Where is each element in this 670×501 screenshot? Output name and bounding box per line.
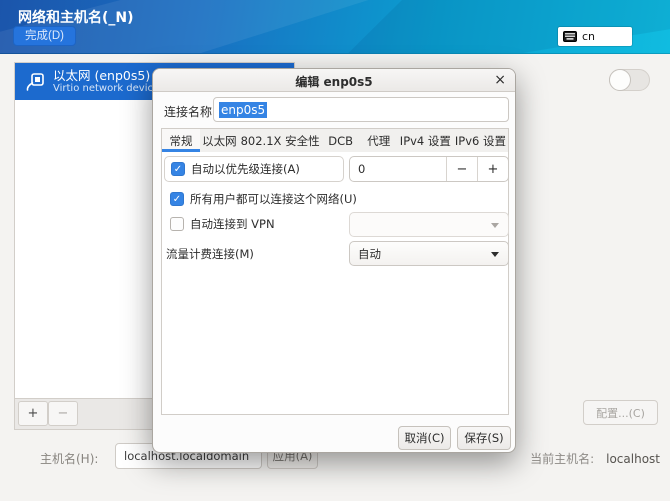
- toggle-knob: [609, 69, 631, 91]
- current-hostname: 当前主机名: localhost: [530, 450, 660, 467]
- tab-8021x-security[interactable]: 802.1X 安全性: [239, 129, 322, 152]
- dropdown-arrow-icon: [491, 223, 499, 228]
- close-icon[interactable]: ×: [494, 71, 506, 89]
- add-device-button[interactable]: +: [18, 401, 48, 426]
- priority-value[interactable]: 0: [350, 157, 446, 181]
- auto-priority-checkbox[interactable]: ✓: [171, 162, 185, 176]
- metered-combo-value: 自动: [358, 246, 381, 262]
- device-enabled-toggle[interactable]: [609, 69, 650, 91]
- device-description: Virtio network device: [53, 83, 159, 95]
- vpn-row: 自动连接到 VPN: [170, 216, 275, 232]
- all-users-row: ✓ 所有用户都可以连接这个网络(U): [170, 191, 357, 207]
- vpn-combobox[interactable]: [349, 212, 509, 237]
- keyboard-layout-code: cn: [582, 30, 595, 43]
- auto-priority-label: 自动以优先级连接(A): [191, 161, 300, 177]
- done-button[interactable]: 完成(D): [13, 26, 76, 46]
- current-hostname-value: localhost: [606, 452, 660, 466]
- tab-ipv6-settings[interactable]: IPv6 设置: [453, 129, 508, 152]
- edit-connection-dialog: 编辑 enp0s5 × 连接名称(N) enp0s5 常规 以太网 802.1X…: [152, 68, 516, 453]
- current-hostname-label: 当前主机名:: [530, 450, 594, 467]
- vpn-label: 自动连接到 VPN: [190, 216, 275, 232]
- tab-ipv4-settings[interactable]: IPv4 设置: [398, 129, 453, 152]
- checkmark-icon: ✓: [173, 194, 181, 205]
- dialog-title: 编辑 enp0s5: [153, 73, 515, 90]
- auto-priority-row: ✓ 自动以优先级连接(A): [164, 156, 344, 182]
- metered-label: 流量计费连接(M): [166, 246, 254, 262]
- keyboard-icon: [563, 31, 577, 42]
- remove-device-button[interactable]: −: [48, 401, 78, 426]
- connection-name-input[interactable]: enp0s5: [213, 97, 509, 122]
- configure-button[interactable]: 配置...(C): [583, 400, 658, 425]
- vpn-checkbox[interactable]: [170, 217, 184, 231]
- keyboard-layout-indicator[interactable]: cn: [558, 27, 632, 46]
- tab-dcb[interactable]: DCB: [322, 129, 360, 152]
- page-title: 网络和主机名(_N): [18, 7, 134, 27]
- spoke-header: 网络和主机名(_N) 完成(D) cn: [0, 0, 670, 54]
- device-row-text: 以太网 (enp0s5) Virtio network device: [53, 68, 159, 95]
- device-name: 以太网 (enp0s5): [53, 68, 159, 83]
- save-button[interactable]: 保存(S): [457, 426, 511, 450]
- cancel-button[interactable]: 取消(C): [398, 426, 451, 450]
- connection-name-value: enp0s5: [219, 102, 267, 118]
- dialog-titlebar[interactable]: 编辑 enp0s5 ×: [153, 69, 515, 92]
- all-users-checkbox[interactable]: ✓: [170, 192, 184, 206]
- tab-ethernet[interactable]: 以太网: [200, 129, 239, 152]
- settings-tab-bar: 常规 以太网 802.1X 安全性 DCB 代理 IPv4 设置 IPv6 设置: [161, 128, 509, 153]
- network-device-icon: [24, 71, 46, 93]
- spin-decrement-button[interactable]: −: [446, 157, 477, 181]
- spin-increment-button[interactable]: +: [477, 157, 508, 181]
- checkmark-icon: ✓: [174, 164, 182, 175]
- dropdown-arrow-icon: [491, 252, 499, 257]
- priority-spinbutton: 0 − +: [349, 156, 509, 182]
- tab-general[interactable]: 常规: [162, 129, 200, 152]
- all-users-label: 所有用户都可以连接这个网络(U): [190, 191, 357, 207]
- hostname-label: 主机名(H):: [40, 450, 98, 467]
- metered-combobox[interactable]: 自动: [349, 241, 509, 266]
- network-hostname-screen: 网络和主机名(_N) 完成(D) cn 以太网 (enp0s5) Virtio …: [0, 0, 670, 501]
- tab-proxy[interactable]: 代理: [360, 129, 398, 152]
